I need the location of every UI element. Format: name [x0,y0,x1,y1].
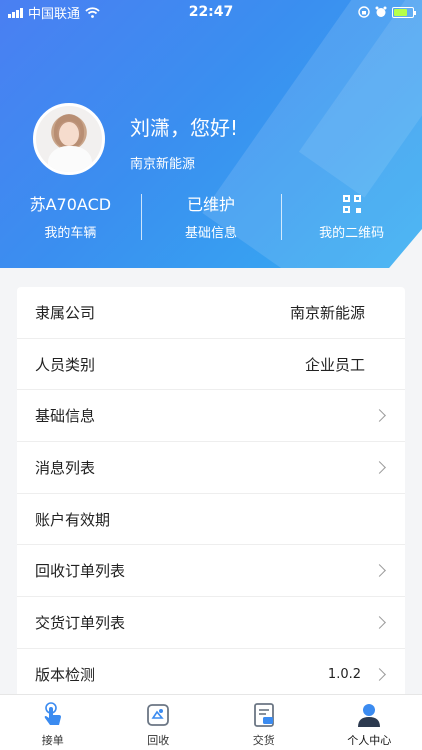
menu-item-label: 回收订单列表 [35,562,126,581]
stat-label: 我的车辆 [44,226,97,241]
user-icon [358,704,381,727]
tab-label: 个人中心 [347,734,392,747]
menu-item-label: 人员类别 [35,355,96,374]
menu-item-basic-info[interactable]: 基础信息 [17,390,405,443]
menu-item-delivery-orders[interactable]: 交货订单列表 [17,597,405,649]
avatar[interactable] [33,103,105,175]
tab-label: 接单 [41,734,64,747]
menu-item-label: 隶属公司 [35,303,96,322]
menu-item-version-check[interactable]: 版本检测 1.0.2 [17,649,405,701]
profile-stats: 苏A70ACD 我的车辆 已维护 基础信息 我的二维码 [0,192,422,248]
tab-personal-center[interactable]: 个人中心 [317,695,422,750]
menu-item-label: 基础信息 [35,407,96,426]
menu-item-value: 企业员工 [304,355,365,374]
delivery-icon [253,703,274,727]
battery-icon [392,6,416,18]
chevron-right-icon [373,564,386,578]
tab-delivery[interactable]: 交货 [211,695,317,750]
recycle-icon [147,704,170,726]
chevron-right-icon [373,461,386,474]
chevron-right-icon [373,616,386,629]
hand-tap-icon [44,702,61,725]
qr-code-icon [342,195,361,213]
version-number: 1.0.2 [327,667,361,683]
stat-my-vehicle[interactable]: 苏A70ACD 我的车辆 [0,192,141,248]
menu-item-label: 消息列表 [35,458,96,477]
menu-item-recycle-orders[interactable]: 回收订单列表 [17,545,405,598]
menu-item-value: 南京新能源 [289,303,365,322]
chevron-right-icon [373,668,386,682]
stat-label: 基础信息 [185,226,238,241]
menu-item-label: 账户有效期 [35,510,111,529]
profile-header: 中国联通 22:47 刘潇，您好! 南京新能源 苏A70ACD 我的车辆 已维护… [0,0,422,268]
stat-my-qr-code[interactable]: 我的二维码 [281,192,422,248]
profile-menu: 隶属公司 南京新能源 人员类别 企业员工 基础信息 消息列表 账户有效期 回收订… [17,287,405,701]
basic-info-status: 已维护 [187,195,236,214]
menu-item-message-list[interactable]: 消息列表 [17,442,405,494]
tab-label: 回收 [147,734,170,747]
stat-basic-info[interactable]: 已维护 基础信息 [140,192,282,248]
tab-recycle[interactable]: 回收 [106,695,212,750]
company-name: 南京新能源 [130,157,196,172]
chevron-right-icon [373,409,386,423]
greeting-text: 刘潇，您好! [130,116,239,140]
menu-item-label: 版本检测 [35,666,96,685]
status-bar: 中国联通 22:47 [0,0,422,24]
menu-item-company: 隶属公司 南京新能源 [17,287,405,339]
menu-item-label: 交货订单列表 [35,613,126,632]
vehicle-plate: 苏A70ACD [29,195,112,214]
menu-item-staff-type: 人员类别 企业员工 [17,339,405,391]
bottom-tab-bar: 接单 回收 交货 个人中心 [0,694,422,750]
tab-accept-order[interactable]: 接单 [0,695,106,750]
stat-label: 我的二维码 [319,226,385,241]
menu-item-account-validity[interactable]: 账户有效期 [17,494,405,546]
status-time: 22:47 [188,4,234,20]
tab-label: 交货 [252,734,275,747]
